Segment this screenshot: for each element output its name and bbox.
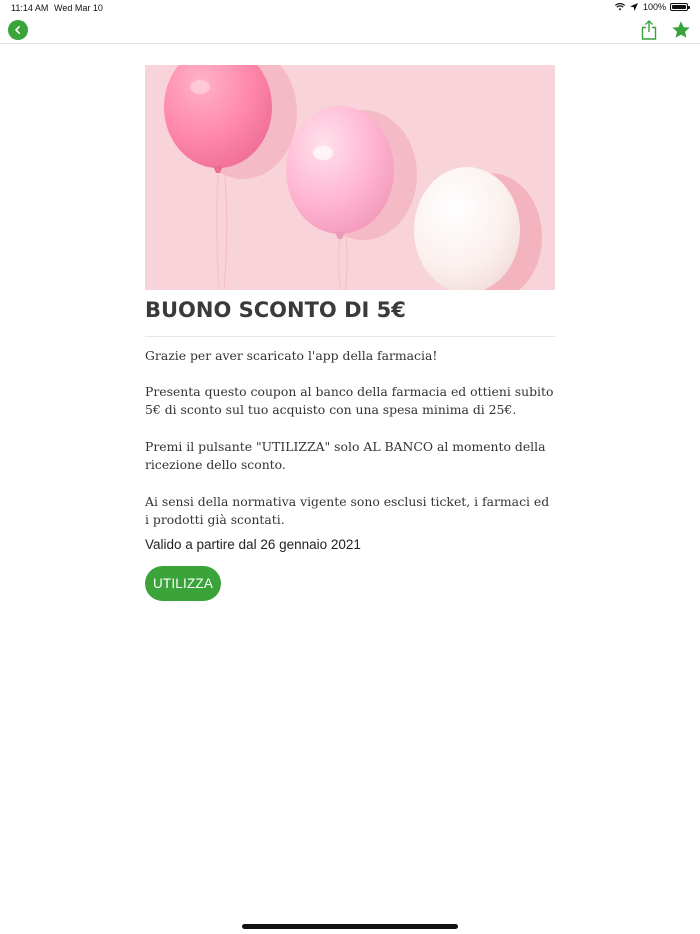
description-paragraph-3: Premi il pulsante "UTILIZZA" solo AL BAN… (145, 439, 546, 472)
share-icon (641, 20, 657, 40)
title-divider (145, 336, 555, 337)
wifi-icon (614, 3, 625, 11)
status-time: 11:14 AM (11, 3, 49, 13)
status-date: Wed Mar 10 (54, 3, 103, 13)
share-button[interactable] (640, 19, 658, 41)
home-indicator[interactable] (242, 924, 458, 929)
status-indicators: 100% (614, 2, 690, 12)
location-icon (629, 3, 638, 11)
description-paragraph-4: Ai sensi della normativa vigente sono es… (145, 494, 550, 527)
back-button[interactable] (8, 20, 28, 40)
balloons-image (145, 65, 555, 290)
star-icon (672, 21, 690, 38)
chevron-left-icon (15, 26, 20, 34)
use-coupon-button[interactable]: UTILIZZA (145, 566, 221, 601)
coupon-title: BUONO SCONTO DI 5€ (145, 298, 406, 322)
description-paragraph-2: Presenta questo coupon al banco della fa… (145, 384, 554, 417)
battery-percent: 100% (642, 2, 666, 12)
battery-level (672, 5, 686, 9)
favorite-button[interactable] (670, 19, 692, 41)
status-bar: 11:14 AM Wed Mar 10 100% (0, 0, 700, 16)
battery-icon (670, 3, 690, 11)
nav-bar (0, 16, 700, 44)
validity-date: Valido a partire dal 26 gennaio 2021 (145, 537, 361, 552)
description-paragraph-1: Grazie per aver scaricato l'app della fa… (145, 348, 438, 363)
